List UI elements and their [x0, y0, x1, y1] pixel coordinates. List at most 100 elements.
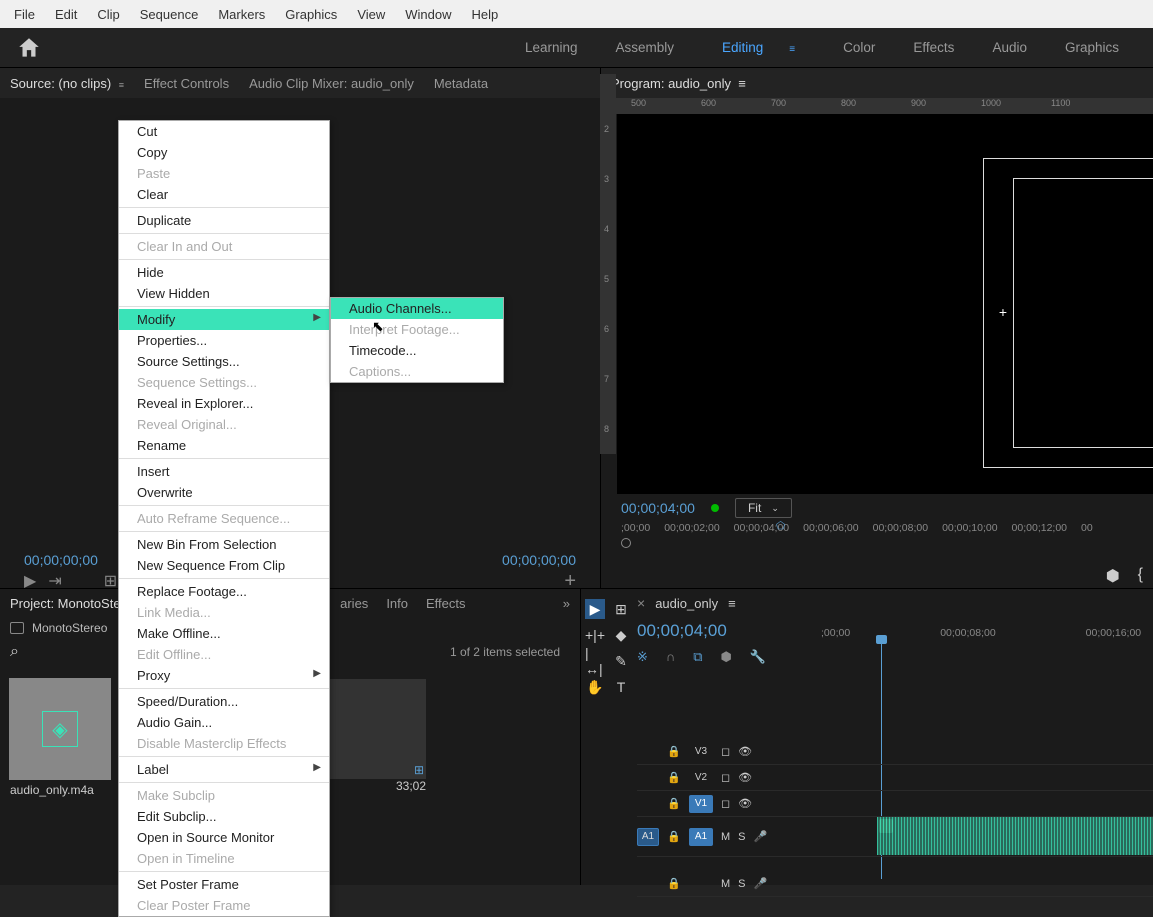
type-tool-icon[interactable]: T [611, 677, 631, 697]
ctx-item[interactable]: Proxy▶ [119, 665, 329, 686]
menu-clip[interactable]: Clip [87, 3, 129, 26]
linked-selection-icon[interactable]: ⧉ [693, 649, 702, 665]
play-icon[interactable]: ▶ [24, 571, 36, 591]
ctx-item[interactable]: Rename [119, 435, 329, 456]
zoom-dropdown[interactable]: Fit⌄ [735, 498, 792, 518]
overflow-icon[interactable]: » [563, 596, 570, 611]
lock-icon[interactable]: 🔒 [667, 830, 681, 843]
mute-button[interactable]: M [721, 878, 730, 890]
panel-menu-icon[interactable]: ≡ [728, 596, 736, 611]
lock-icon[interactable]: 🔒 [667, 745, 681, 758]
workspace-editing[interactable]: Editing≡ [702, 32, 815, 63]
home-icon[interactable] [16, 35, 42, 61]
search-icon[interactable]: ⌕ [10, 643, 19, 661]
toggle-output-icon[interactable]: ◻ [721, 797, 730, 810]
ctx-item[interactable]: Reveal in Explorer... [119, 393, 329, 414]
marker-icon[interactable]: ⬢ [1106, 566, 1120, 586]
tab-program[interactable]: Program: audio_only ≡ [611, 76, 746, 91]
menu-markers[interactable]: Markers [208, 3, 275, 26]
source-patch[interactable]: A1 [637, 828, 659, 846]
ctx-item[interactable]: Make Offline... [119, 623, 329, 644]
toggle-output-icon[interactable]: ◻ [721, 745, 730, 758]
insert-icon[interactable]: ⊞ [104, 571, 117, 591]
lock-icon[interactable]: 🔒 [667, 797, 681, 810]
panel-menu-icon[interactable]: ≡ [738, 76, 746, 91]
pen-tool-icon[interactable]: ✎ [611, 651, 631, 671]
menu-file[interactable]: File [4, 3, 45, 26]
track-v3[interactable]: 🔒 V3 ◻ 👁 [637, 739, 1153, 765]
audio-clip[interactable] [877, 817, 1153, 855]
workspace-assembly[interactable]: Assembly [606, 32, 685, 63]
mute-button[interactable]: M [721, 831, 730, 843]
menu-graphics[interactable]: Graphics [275, 3, 347, 26]
ctx-item[interactable]: Audio Gain... [119, 712, 329, 733]
track-v1[interactable]: 🔒 V1 ◻ 👁 [637, 791, 1153, 817]
magnet-icon[interactable]: ∩ [666, 649, 675, 665]
track-v2[interactable]: 🔒 V2 ◻ 👁 [637, 765, 1153, 791]
menu-window[interactable]: Window [395, 3, 461, 26]
menu-sequence[interactable]: Sequence [130, 3, 209, 26]
ctx-item[interactable]: Clear [119, 184, 329, 205]
ctx-item[interactable]: Source Settings... [119, 351, 329, 372]
ctx-item[interactable]: Open in Source Monitor [119, 827, 329, 848]
razor-tool-icon[interactable]: ◆ [611, 625, 631, 645]
ctx-sub-item[interactable]: Timecode... [331, 340, 503, 361]
menu-view[interactable]: View [347, 3, 395, 26]
track-select-icon[interactable]: ⊞ [611, 599, 631, 619]
workspace-audio[interactable]: Audio [982, 32, 1037, 63]
playhead-icon[interactable]: ⬠ [776, 520, 785, 532]
menu-edit[interactable]: Edit [45, 3, 87, 26]
ctx-sub-item[interactable]: Audio Channels... [331, 298, 503, 319]
marker-add-icon[interactable]: ⬢ [721, 649, 732, 665]
workspace-color[interactable]: Color [833, 32, 885, 63]
workspace-effects[interactable]: Effects [903, 32, 964, 63]
scroll-handle[interactable] [621, 538, 631, 548]
program-monitor[interactable]: + [617, 114, 1153, 494]
tab-effects[interactable]: Effects [426, 596, 466, 611]
ctx-item[interactable]: New Sequence From Clip [119, 555, 329, 576]
ctx-item[interactable]: Label▶ [119, 759, 329, 780]
bracket-icon[interactable]: { [1138, 566, 1143, 586]
tab-audio-mixer[interactable]: Audio Clip Mixer: audio_only [249, 76, 414, 91]
toggle-output-icon[interactable]: ◻ [721, 771, 730, 784]
voice-over-icon[interactable]: 🎤 [754, 877, 768, 890]
tab-metadata[interactable]: Metadata [434, 76, 488, 91]
selection-tool-icon[interactable]: ▶ [585, 599, 605, 619]
solo-button[interactable]: S [738, 878, 745, 890]
ctx-item[interactable]: Insert [119, 461, 329, 482]
eye-icon[interactable]: 👁 [738, 771, 752, 784]
workspace-menu-icon[interactable]: ≡ [779, 36, 805, 63]
ctx-item[interactable]: New Bin From Selection [119, 534, 329, 555]
ctx-item[interactable]: Edit Subclip... [119, 806, 329, 827]
timeline-ruler[interactable]: ;00;00 00;00;08;00 00;00;16;00 [821, 627, 1153, 639]
slip-tool-icon[interactable]: |↔| [585, 651, 605, 671]
workspace-graphics[interactable]: Graphics [1055, 32, 1129, 63]
ripple-tool-icon[interactable]: +|+ [585, 625, 605, 645]
program-time-ruler[interactable]: ;00;00 00;00;02;00 00;00;04;00 00;00;06;… [601, 522, 1153, 534]
ctx-item[interactable]: Modify▶ [119, 309, 329, 330]
eye-icon[interactable]: 👁 [738, 797, 752, 810]
ctx-item[interactable]: View Hidden [119, 283, 329, 304]
sequence-tab[interactable]: audio_only [655, 596, 718, 611]
workspace-learning[interactable]: Learning [515, 32, 588, 63]
clip-item-2[interactable]: ⊞ 33;02 [326, 679, 426, 797]
menu-help[interactable]: Help [462, 3, 509, 26]
ctx-item[interactable]: Duplicate [119, 210, 329, 231]
solo-button[interactable]: S [738, 831, 745, 843]
settings-icon[interactable]: 🔧 [750, 649, 766, 665]
tab-project[interactable]: Project: MonotoStere [10, 596, 132, 611]
tab-info[interactable]: Info [386, 596, 408, 611]
ctx-item[interactable]: Copy [119, 142, 329, 163]
ctx-item[interactable]: Hide [119, 262, 329, 283]
program-tc[interactable]: 00;00;04;00 [621, 500, 695, 516]
track-a2[interactable]: 🔒 M S 🎤 [637, 871, 1153, 897]
ctx-item[interactable]: Properties... [119, 330, 329, 351]
add-button-icon[interactable]: + [564, 570, 576, 593]
ctx-item[interactable]: Speed/Duration... [119, 691, 329, 712]
ctx-item[interactable]: Cut [119, 121, 329, 142]
step-icon[interactable]: ⇥ [48, 571, 61, 591]
bin-icon[interactable] [10, 622, 24, 634]
eye-icon[interactable]: 👁 [738, 745, 752, 758]
hand-tool-icon[interactable]: ✋ [585, 677, 605, 697]
tab-source[interactable]: Source: (no clips) ≡ [10, 76, 124, 91]
